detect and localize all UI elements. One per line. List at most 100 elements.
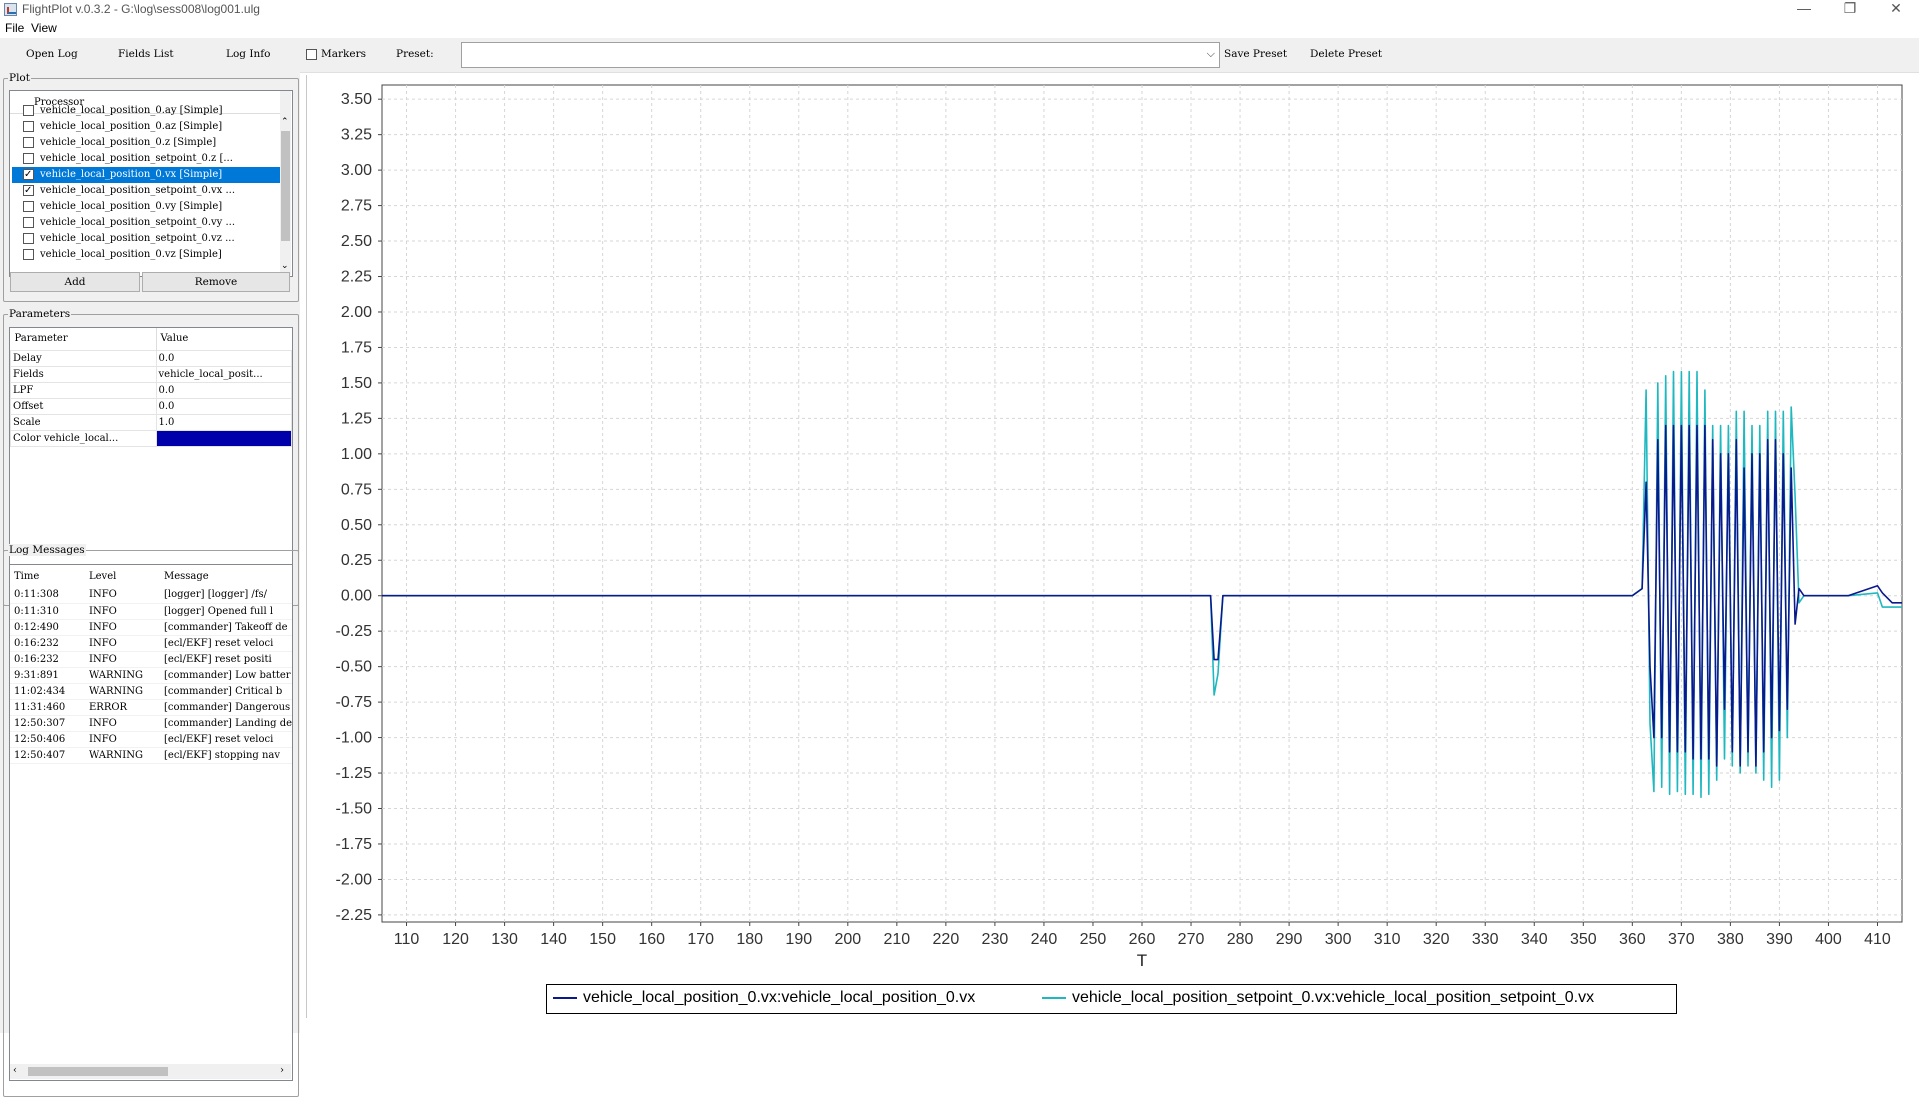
processor-scrollbar[interactable]: ⌃ ⌄ [280,91,291,275]
parameter-value[interactable]: 0.0 [155,397,292,415]
x-tick-label: 160 [638,931,665,948]
processor-label: vehicle_local_position_0.vx [Simple] [40,169,223,180]
preset-select[interactable]: ⌵ [461,42,1220,68]
x-tick-label: 210 [883,931,910,948]
processor-checkbox[interactable] [23,137,34,148]
markers-checkbox[interactable] [306,49,317,60]
parameter-value[interactable]: 0.0 [155,381,292,399]
processor-item[interactable]: vehicle_local_position_setpoint_0.vz ... [12,231,282,247]
log-row[interactable]: 11:02:434 WARNING [commander] Critical b [10,683,292,700]
processor-item[interactable]: vehicle_local_position_setpoint_0.z [... [12,151,282,167]
scroll-thumb[interactable] [281,131,290,241]
legend-item-setpoint-vx: vehicle_local_position_setpoint_0.vx:veh… [1042,989,1594,1007]
x-tick-label: 390 [1766,931,1793,948]
log-row[interactable]: 12:50:407 WARNING [ecl/EKF] stopping nav [10,747,292,764]
scroll-down-icon[interactable]: ⌄ [281,261,289,271]
fields-list-button[interactable]: Fields List [118,48,174,60]
log-messages-table[interactable]: Time Level Message 0:11:308 INFO [logger] … [9,564,293,1081]
parameter-row[interactable]: Offset 0.0 [10,397,292,415]
log-row[interactable]: 12:50:307 INFO [commander] Landing de [10,715,292,732]
plot-group-title: Plot [8,72,31,84]
log-level: INFO [85,587,160,604]
log-row[interactable]: 0:12:490 INFO [commander] Takeoff de [10,619,292,636]
log-hscrollbar[interactable]: ‹ › [10,1064,291,1079]
log-row[interactable]: 0:11:308 INFO [logger] [logger] /fs/ [10,587,292,604]
log-level: ERROR [85,699,160,716]
parameter-row[interactable]: Fields vehicle_local_posit... [10,365,292,383]
processor-item[interactable]: vehicle_local_position_setpoint_0.vx ... [12,183,282,199]
menu-file[interactable]: File [5,21,24,35]
parameter-row[interactable]: LPF 0.0 [10,381,292,399]
hscroll-thumb[interactable] [28,1067,168,1076]
processor-checkbox[interactable] [23,121,34,132]
processor-item[interactable]: vehicle_local_position_0.az [Simple] [12,119,282,135]
log-row[interactable]: 11:31:460 ERROR [commander] Dangerous [10,699,292,716]
x-tick-label: 360 [1619,931,1646,948]
x-axis-label: T [1137,951,1147,970]
log-row[interactable]: 0:16:232 INFO [ecl/EKF] reset positi [10,651,292,668]
parameter-value[interactable]: vehicle_local_posit... [155,365,292,383]
log-row[interactable]: 0:11:310 INFO [logger] Opened full l [10,603,292,620]
x-tick-label: 250 [1080,931,1107,948]
add-button[interactable]: Add [10,272,140,292]
parameter-value[interactable]: 0.0 [155,349,292,367]
parameter-color-swatch[interactable] [155,429,292,447]
processor-checkbox[interactable] [23,201,34,212]
processor-checkbox[interactable] [23,217,34,228]
parameter-row[interactable]: Color vehicle_local... [10,429,292,447]
processor-checkbox[interactable] [23,105,34,116]
y-tick-label: -2.25 [336,907,373,924]
open-log-button[interactable]: Open Log [26,48,78,60]
processor-list[interactable]: Processor vehicle_local_position_0.ay [S… [9,90,293,277]
parameter-row[interactable]: Scale 1.0 [10,413,292,431]
close-icon[interactable]: ✕ [1873,0,1919,19]
processor-checkbox[interactable] [23,153,34,164]
log-level: INFO [85,619,160,636]
processor-checkbox[interactable] [23,183,34,199]
delete-preset-button[interactable]: Delete Preset [1310,48,1382,60]
minimize-icon[interactable]: — [1781,0,1827,19]
log-header-row: Time Level Message [10,565,292,587]
restore-icon[interactable]: ❐ [1827,0,1873,19]
parameter-value[interactable]: 1.0 [155,413,292,431]
processor-item[interactable]: vehicle_local_position_0.vz [Simple] [12,247,282,263]
parameter-row[interactable]: Delay 0.0 [10,349,292,367]
scroll-right-icon[interactable]: › [280,1065,284,1076]
save-preset-button[interactable]: Save Preset [1224,48,1287,60]
log-level: INFO [85,603,160,620]
log-level: WARNING [85,667,160,684]
processor-item[interactable]: vehicle_local_position_0.vy [Simple] [12,199,282,215]
menu-view[interactable]: View [31,21,57,35]
processor-label: vehicle_local_position_0.vy [Simple] [40,201,223,212]
log-row[interactable]: 0:16:232 INFO [ecl/EKF] reset veloci [10,635,292,652]
processor-item[interactable]: vehicle_local_position_0.ay [Simple] [12,103,282,119]
remove-button[interactable]: Remove [142,272,290,292]
x-tick-label: 410 [1864,931,1891,948]
y-tick-label: 1.75 [341,339,372,356]
processor-item[interactable]: vehicle_local_position_0.vx [Simple] [12,167,282,183]
y-tick-label: -1.75 [336,836,373,853]
processor-label: vehicle_local_position_0.vz [Simple] [40,249,222,260]
log-message: [commander] Critical b [160,683,292,700]
log-row[interactable]: 9:31:891 WARNING [commander] Low batter [10,667,292,684]
plot-area[interactable]: 3.50 3.25 3.00 2.75 2.50 2.25 2.00 1.75 1.50 1.25… [306,75,1919,1018]
x-tick-label: 370 [1668,931,1695,948]
scroll-left-icon[interactable]: ‹ [13,1065,17,1076]
y-tick-label: 1.50 [341,375,372,392]
log-messages-title: Log Messages [8,544,86,556]
processor-checkbox[interactable] [23,233,34,244]
processor-checkbox[interactable] [23,249,34,260]
processor-item[interactable]: vehicle_local_position_0.z [Simple] [12,135,282,151]
processor-checkbox[interactable] [23,167,34,183]
log-row[interactable]: 12:50:406 INFO [ecl/EKF] reset veloci [10,731,292,748]
legend-item-vx: vehicle_local_position_0.vx:vehicle_loca… [553,989,975,1007]
scroll-up-icon[interactable]: ⌃ [281,117,289,127]
log-level: INFO [85,715,160,732]
param-header-value: Value [160,333,189,345]
log-info-button[interactable]: Log Info [226,48,270,60]
flight-chart[interactable]: 3.50 3.25 3.00 2.75 2.50 2.25 2.00 1.75 1.50 1.25… [307,75,1919,1018]
processor-item[interactable]: vehicle_local_position_setpoint_0.vy ... [12,215,282,231]
y-tick-label: -0.50 [336,659,373,676]
log-time: 11:31:460 [10,699,85,716]
log-level: INFO [85,731,160,748]
